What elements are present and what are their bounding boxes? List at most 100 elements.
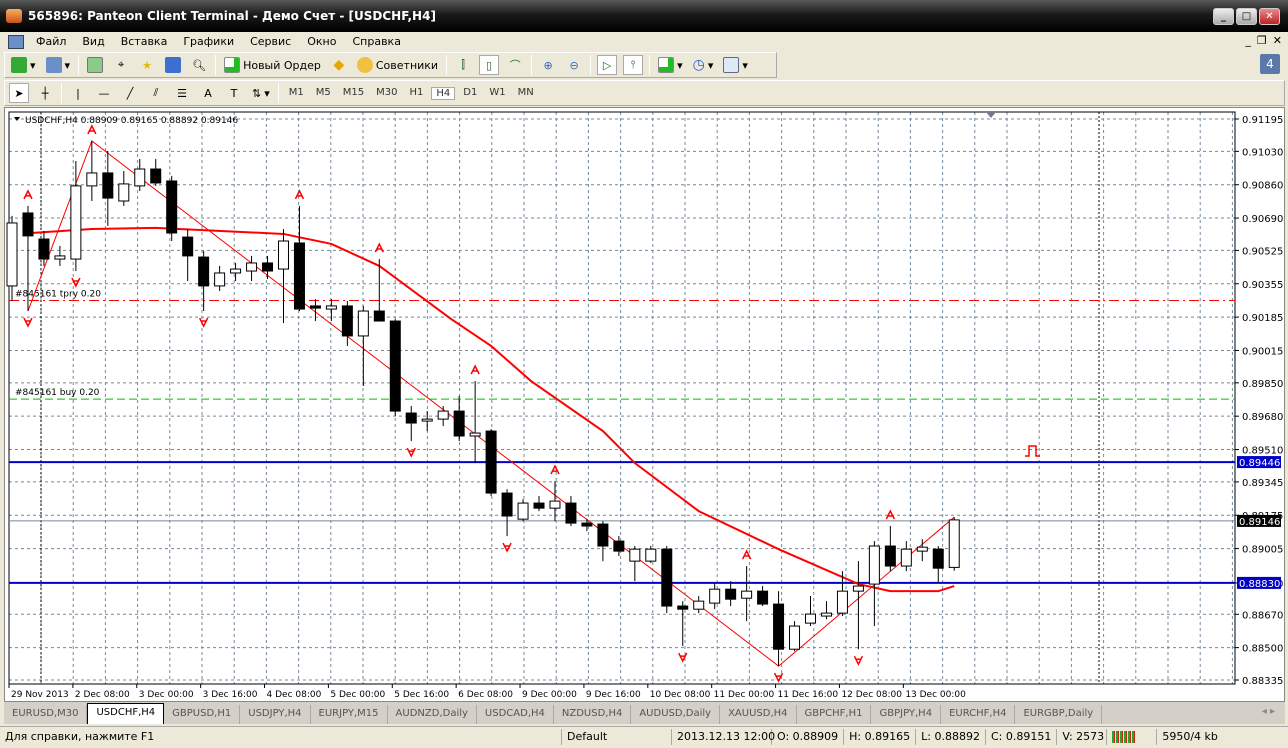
profiles-button[interactable]: ▾ — [44, 55, 73, 75]
fractal-down-arrow-icon — [853, 655, 864, 666]
arrows-button[interactable]: ⇅ ▾ — [250, 83, 272, 103]
chart-tab[interactable]: NZDUSD,H4 — [554, 705, 632, 724]
chart-tab[interactable]: USDCAD,H4 — [477, 705, 554, 724]
crosshair-button[interactable]: ┼ — [35, 83, 55, 103]
menu-tools[interactable]: Сервис — [242, 35, 299, 48]
indicators-button[interactable]: ▾ — [656, 55, 685, 75]
zoom-in-button[interactable]: ⊕ — [538, 55, 558, 75]
timeframe-m15-button[interactable]: M15 — [339, 87, 368, 100]
chart-tab[interactable]: AUDUSD,Daily — [631, 705, 721, 724]
templates-icon — [723, 57, 740, 73]
candle-body-bear — [150, 168, 162, 184]
candle-body-bull — [629, 548, 641, 562]
window-title: 565896: Panteon Client Terminal - Демо С… — [28, 9, 436, 23]
chart-window-icon[interactable] — [8, 34, 24, 49]
drawing-toolbar: ➤ ┼ | — ╱ ⫽ ☰ A T ⇅ ▾ M1 M5 M15 M30 H1 H4 D1 W1 M… — [4, 80, 1285, 106]
menu-view[interactable]: Вид — [74, 35, 112, 48]
experts-button[interactable]: Советники — [355, 55, 440, 75]
candle — [262, 255, 274, 280]
new-order-button[interactable]: Новый Ордер — [222, 55, 323, 75]
status-traffic: 5950/4 kb — [1162, 729, 1218, 743]
timeframe-m30-button[interactable]: M30 — [372, 87, 401, 100]
notifications-badge[interactable]: 4 — [1260, 54, 1280, 74]
tab-scroll-arrows[interactable]: ◂ ▸ — [1262, 706, 1275, 717]
timeframe-m1-button[interactable]: M1 — [285, 87, 308, 100]
terminal-button[interactable] — [163, 55, 183, 75]
timeframe-w1-button[interactable]: W1 — [485, 87, 509, 100]
vertical-line-button[interactable]: | — [68, 83, 88, 103]
navigator-button[interactable]: ★ — [137, 55, 157, 75]
time-axis-label: 9 Dec 00:00 — [522, 690, 577, 700]
menu-file[interactable]: Файл — [28, 35, 74, 48]
price-chart[interactable]: 0.91195 0.91030 0.90860 0.90690 0.90525 0.903… — [5, 108, 1286, 703]
candle-body-bull — [645, 548, 657, 562]
timeframe-h1-button[interactable]: H1 — [405, 87, 427, 100]
horizontal-line-button[interactable]: — — [94, 83, 114, 103]
candle — [629, 546, 641, 582]
menu-window[interactable]: Окно — [299, 35, 344, 48]
price-axis-label: 0.91195 — [1242, 115, 1283, 126]
fractal-down-arrow-icon — [71, 277, 81, 288]
price-axis-label: 0.90185 — [1242, 313, 1283, 324]
chart-tab[interactable]: EURCHF,H4 — [941, 705, 1016, 724]
terminal-icon — [165, 57, 182, 73]
text-button[interactable]: A — [198, 83, 218, 103]
close-button[interactable]: ✕ — [1259, 8, 1280, 25]
chart-tab[interactable]: USDCHF,H4 — [87, 703, 165, 724]
time-axis-label: 3 Dec 00:00 — [139, 690, 194, 700]
chart-tab[interactable]: GBPJPY,H4 — [871, 705, 942, 724]
chart-tab[interactable]: EURJPY,M15 — [311, 705, 388, 724]
mdi-close-button[interactable]: ✕ — [1273, 34, 1282, 47]
candle — [38, 231, 50, 266]
candle — [693, 596, 705, 614]
candlestick-button[interactable]: ▯ — [479, 55, 500, 75]
chart-tab[interactable]: GBPUSD,H1 — [164, 705, 241, 724]
menu-insert[interactable]: Вставка — [113, 35, 176, 48]
bar-chart-button[interactable]: ⫿ — [453, 55, 473, 75]
candle — [517, 499, 529, 522]
candle-body-bull — [852, 585, 864, 592]
templates-button[interactable]: ▾ — [721, 55, 750, 75]
menu-help[interactable]: Справка — [344, 35, 408, 48]
text-label-button[interactable]: T — [224, 83, 244, 103]
trendline-button[interactable]: ╱ — [120, 83, 140, 103]
chart-tab[interactable]: AUDNZD,Daily — [388, 705, 477, 724]
candle — [230, 262, 242, 282]
maximize-button[interactable]: □ — [1236, 8, 1257, 25]
chart-shift-button[interactable]: ⫯ — [623, 55, 644, 75]
candle — [246, 255, 258, 282]
profiles-icon — [45, 57, 62, 73]
candle-body-bull — [693, 600, 705, 610]
chart-tab[interactable]: GBPCHF,H1 — [797, 705, 872, 724]
equidistant-channel-button[interactable]: ⫽ — [146, 83, 166, 103]
alert-button[interactable]: ◆ — [329, 55, 349, 75]
timeframe-mn-button[interactable]: MN — [514, 87, 538, 100]
zoom-out-button[interactable]: ⊖ — [564, 55, 584, 75]
menu-charts[interactable]: Графики — [175, 35, 242, 48]
candle — [453, 395, 465, 442]
timeframe-h4-button[interactable]: H4 — [431, 86, 456, 100]
new-chart-button[interactable]: ▾ — [9, 55, 38, 75]
fractal-up-arrow-icon — [294, 189, 305, 200]
chart-tab[interactable]: EURGBP,Daily — [1015, 705, 1103, 724]
time-axis-label: 11 Dec 00:00 — [714, 690, 775, 700]
new-order-icon — [224, 57, 241, 73]
chart-tab[interactable]: XAUUSD,H4 — [720, 705, 797, 724]
timeframe-d1-button[interactable]: D1 — [459, 87, 481, 100]
mdi-minimize-button[interactable]: _ — [1245, 34, 1251, 47]
minimize-button[interactable]: _ — [1213, 8, 1234, 25]
mdi-restore-button[interactable]: ❐ — [1257, 34, 1267, 47]
chart-tab[interactable]: EURUSD,M30 — [4, 705, 88, 724]
data-window-button[interactable]: ⌖ — [111, 55, 131, 75]
candle-body-bear — [677, 605, 689, 610]
auto-scroll-button[interactable]: ▷ — [597, 55, 618, 75]
cursor-button[interactable]: ➤ — [9, 83, 29, 103]
market-watch-button[interactable] — [85, 55, 105, 75]
timeframe-m5-button[interactable]: M5 — [312, 87, 335, 100]
line-chart-button[interactable]: ⌒ — [505, 55, 525, 75]
strategy-tester-button[interactable]: 🔍︎ — [189, 55, 209, 75]
fibonacci-button[interactable]: ☰ — [172, 83, 192, 103]
periods-button[interactable]: ◷ ▾ — [691, 55, 716, 75]
chart-window[interactable]: 0.91195 0.91030 0.90860 0.90690 0.90525 0.903… — [4, 107, 1285, 702]
chart-tab[interactable]: USDJPY,H4 — [240, 705, 311, 724]
